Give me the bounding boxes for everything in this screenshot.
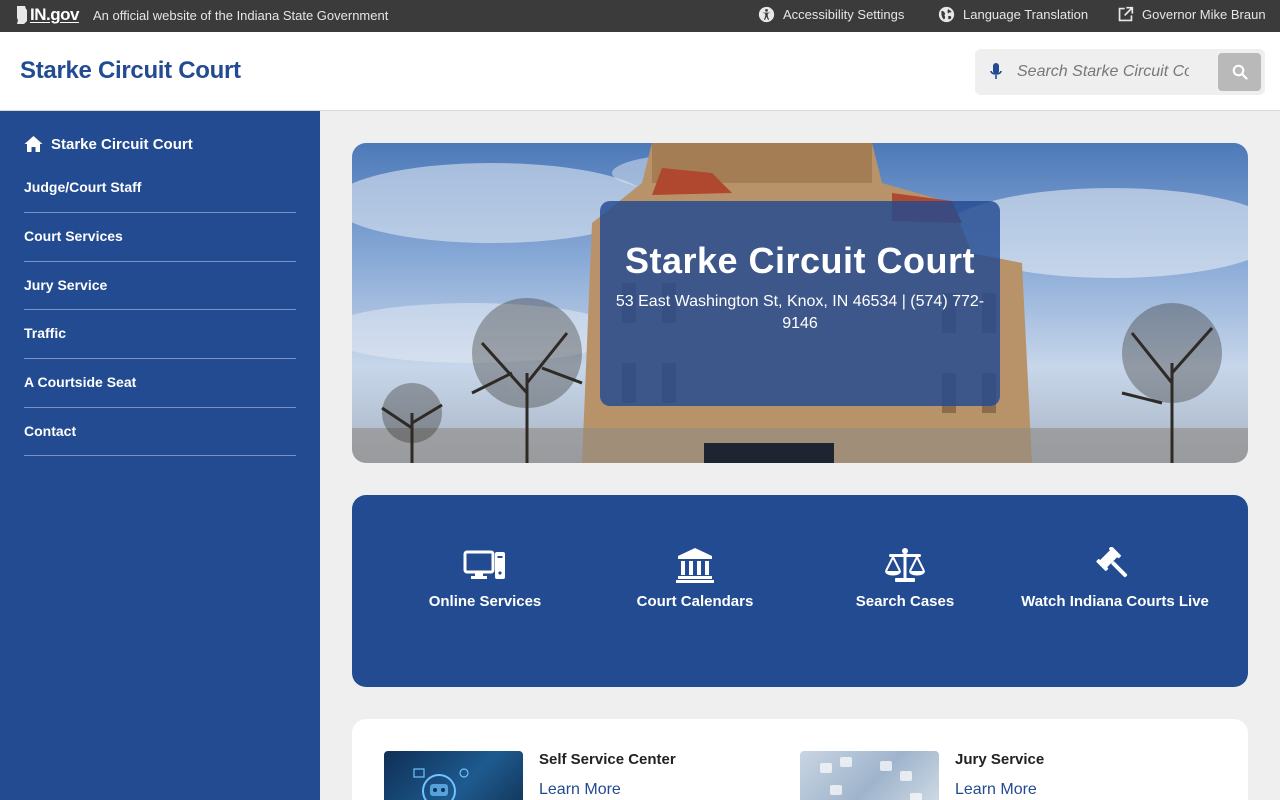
home-icon (24, 136, 43, 152)
computer-icon (463, 550, 505, 579)
hero-banner: Starke Circuit Court 53 East Washington … (352, 143, 1248, 463)
self-service-image[interactable] (384, 751, 523, 800)
hero-info-box: Starke Circuit Court 53 East Washington … (600, 201, 1000, 406)
sidebar-nav: Starke Circuit Court Judge/Court Staff C… (0, 111, 320, 800)
external-link-icon (1118, 6, 1134, 22)
courthouse-icon (676, 548, 714, 583)
hero-address: 53 East Washington St, Knox, IN 46534 | … (615, 293, 985, 332)
official-bar: IN.gov An official website of the Indian… (0, 0, 1280, 32)
quick-link-watch-courts-live[interactable]: Watch Indiana Courts Live (1020, 547, 1210, 613)
feature-cards: Self Service Center Learn More Jury Serv… (352, 719, 1248, 800)
quick-link-search-cases[interactable]: Search Cases (810, 547, 1000, 613)
scales-icon (885, 548, 925, 582)
sidebar-item-contact[interactable]: Contact (24, 408, 296, 457)
gavel-icon (1096, 547, 1128, 578)
quick-link-label: Search Cases (855, 593, 955, 610)
sidebar-item-judge-court-staff[interactable]: Judge/Court Staff (24, 164, 296, 213)
search-input[interactable] (1017, 59, 1189, 85)
card-title-self-service: Self Service Center (539, 751, 676, 768)
language-translation-label: Language Translation (963, 7, 1089, 22)
self-service-illustration (413, 768, 469, 800)
search-button[interactable] (1218, 53, 1261, 91)
sidebar-item-jury-service[interactable]: Jury Service (24, 262, 296, 311)
card-link-jury-service[interactable]: Learn More (955, 781, 1037, 799)
sidebar-item-traffic[interactable]: Traffic (24, 310, 296, 360)
globe-icon (938, 6, 955, 23)
governor-link[interactable]: Governor Mike Braun (1117, 6, 1266, 23)
sidebar-item-court-services[interactable]: Court Services (24, 213, 296, 262)
sidebar-home-label: Starke Circuit Court (51, 135, 193, 153)
quick-links-panel: Online Services Court Calendars Search C… (352, 495, 1248, 687)
ingov-logo[interactable]: IN.gov (16, 5, 79, 25)
language-translation-link[interactable]: Language Translation (938, 6, 1088, 23)
sidebar-home-link[interactable]: Starke Circuit Court (24, 135, 193, 153)
card-title-jury-service: Jury Service (955, 751, 1045, 768)
accessibility-settings-label: Accessibility Settings (783, 7, 905, 22)
jury-service-illustration (820, 757, 922, 800)
quick-link-label: Online Services (428, 593, 542, 610)
accessibility-icon (758, 6, 775, 23)
governor-label: Governor Mike Braun (1142, 7, 1266, 22)
indiana-state-icon (17, 6, 27, 24)
microphone-icon[interactable] (989, 62, 1003, 82)
site-header: Starke Circuit Court (0, 32, 1280, 111)
search-icon (1232, 64, 1248, 80)
ingov-logo-text: IN.gov (30, 5, 79, 24)
sidebar-item-courtside-seat[interactable]: A Courtside Seat (24, 359, 296, 408)
site-title[interactable]: Starke Circuit Court (20, 57, 241, 85)
official-website-notice: An official website of the Indiana State… (93, 8, 389, 23)
sidebar-menu: Judge/Court Staff Court Services Jury Se… (24, 164, 296, 457)
hero-title: Starke Circuit Court (624, 240, 976, 281)
jury-service-image[interactable] (800, 751, 939, 800)
quick-link-court-calendars[interactable]: Court Calendars (600, 547, 790, 613)
search-bar (975, 49, 1265, 95)
quick-link-online-services[interactable]: Online Services (390, 547, 580, 613)
accessibility-settings-link[interactable]: Accessibility Settings (758, 6, 904, 23)
quick-link-label: Court Calendars (636, 593, 754, 610)
card-link-self-service[interactable]: Learn More (539, 781, 621, 799)
quick-link-label: Watch Indiana Courts Live (1021, 593, 1209, 610)
